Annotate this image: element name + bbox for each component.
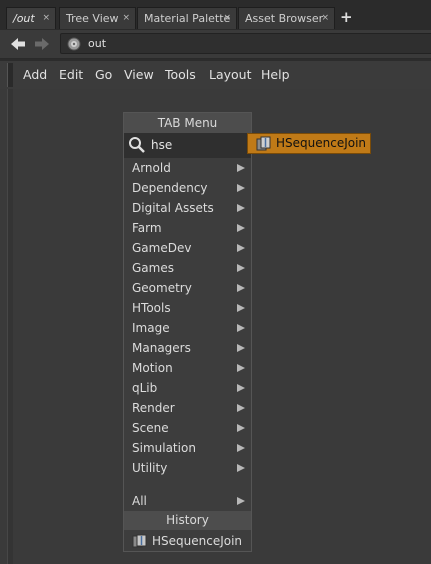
network-context-icon xyxy=(67,37,81,51)
tab-close-icon[interactable]: × xyxy=(122,8,130,29)
submenu-arrow-icon xyxy=(237,264,245,272)
tab-menu-item-digital-assets[interactable]: Digital Assets xyxy=(124,198,251,218)
tab-menu-item-scene[interactable]: Scene xyxy=(124,418,251,438)
tab-menu-item-image[interactable]: Image xyxy=(124,318,251,338)
menu-tools[interactable]: Tools xyxy=(165,61,196,89)
tab-menu-item-htools[interactable]: HTools xyxy=(124,298,251,318)
add-tab-icon[interactable]: + xyxy=(340,7,353,27)
tab-menu-item-utility[interactable]: Utility xyxy=(124,458,251,478)
tab-menu-item-managers[interactable]: Managers xyxy=(124,338,251,358)
history-item-label: HSequenceJoin xyxy=(152,534,243,548)
tab-menu-item-geometry[interactable]: Geometry xyxy=(124,278,251,298)
submenu-arrow-icon xyxy=(237,497,245,505)
search-value: hse xyxy=(151,138,173,152)
submenu-arrow-icon xyxy=(237,364,245,372)
tab-menu-item-label: Dependency xyxy=(132,181,208,195)
tab-menu-item-gamedev[interactable]: GameDev xyxy=(124,238,251,258)
back-arrow-icon[interactable] xyxy=(10,36,26,52)
submenu-arrow-icon xyxy=(237,464,245,472)
tab-menu-item-render[interactable]: Render xyxy=(124,398,251,418)
magnifier-icon xyxy=(129,137,145,153)
tab-menu-item-simulation[interactable]: Simulation xyxy=(124,438,251,458)
tab-menu-item-qlib[interactable]: qLib xyxy=(124,378,251,398)
tab-menu-item-label: Arnold xyxy=(132,161,171,175)
submenu-arrow-icon xyxy=(237,164,245,172)
tab-menu-item-label: GameDev xyxy=(132,241,192,255)
tab-menu-item-label: Geometry xyxy=(132,281,192,295)
path-bar: out xyxy=(0,30,431,59)
search-result-label: HSequenceJoin xyxy=(276,136,367,150)
tab-close-icon[interactable]: × xyxy=(42,8,50,29)
tab-menu-item-label: Motion xyxy=(132,361,173,375)
node-asset-icon xyxy=(256,136,271,151)
history-item-hsequencejoin[interactable]: HSequenceJoin xyxy=(124,531,251,551)
tab-menu-item-farm[interactable]: Farm xyxy=(124,218,251,238)
tab-out[interactable]: /out × xyxy=(6,7,56,29)
menu-view[interactable]: View xyxy=(124,61,154,89)
tab-menu: TAB Menu hse Arnold Dependency Digital A… xyxy=(123,112,252,552)
tab-menu-item-motion[interactable]: Motion xyxy=(124,358,251,378)
menu-edit[interactable]: Edit xyxy=(59,61,83,89)
submenu-arrow-icon xyxy=(237,444,245,452)
tab-menu-item-label: Digital Assets xyxy=(132,201,214,215)
tab-menu-item-label: Image xyxy=(132,321,170,335)
submenu-arrow-icon xyxy=(237,184,245,192)
tab-menu-item-label: Games xyxy=(132,261,174,275)
tab-tree-view[interactable]: Tree View × xyxy=(59,7,136,29)
menu-go[interactable]: Go xyxy=(95,61,112,89)
tab-menu-item-label: HTools xyxy=(132,301,171,315)
menu-add[interactable]: Add xyxy=(23,61,47,89)
tab-menu-search-input[interactable]: hse xyxy=(124,133,251,158)
pane-resize-handle[interactable] xyxy=(7,89,13,564)
tab-label: /out xyxy=(13,12,35,25)
tab-menu-item-games[interactable]: Games xyxy=(124,258,251,278)
menu-layout[interactable]: Layout xyxy=(209,61,252,89)
submenu-arrow-icon xyxy=(237,384,245,392)
submenu-arrow-icon xyxy=(237,224,245,232)
tab-menu-item-label: Scene xyxy=(132,421,169,435)
menu-bar: Add Edit Go View Tools Layout Help xyxy=(0,61,431,89)
network-path-field[interactable]: out xyxy=(60,33,431,54)
submenu-arrow-icon xyxy=(237,304,245,312)
path-value: out xyxy=(88,37,107,50)
search-result-hsequencejoin[interactable]: HSequenceJoin xyxy=(247,133,371,154)
toolbar-handle[interactable] xyxy=(7,63,13,87)
tab-menu-item-label: All xyxy=(132,494,147,508)
history-header: History xyxy=(124,511,251,530)
tab-label: Asset Browser xyxy=(245,12,324,25)
tab-label: Tree View xyxy=(66,12,119,25)
tab-close-icon[interactable]: × xyxy=(321,8,329,29)
submenu-arrow-icon xyxy=(237,324,245,332)
tab-menu-item-label: Utility xyxy=(132,461,168,475)
submenu-arrow-icon xyxy=(237,284,245,292)
tab-menu-item-label: Render xyxy=(132,401,175,415)
tab-menu-item-label: Managers xyxy=(132,341,191,355)
tab-menu-item-dependency[interactable]: Dependency xyxy=(124,178,251,198)
submenu-arrow-icon xyxy=(237,404,245,412)
node-asset-icon xyxy=(132,534,147,548)
tab-menu-item-arnold[interactable]: Arnold xyxy=(124,158,251,178)
tab-material-palette[interactable]: Material Palette × xyxy=(137,7,237,29)
tab-menu-title: TAB Menu xyxy=(124,113,251,133)
submenu-arrow-icon xyxy=(237,204,245,212)
tab-menu-item-all[interactable]: All xyxy=(124,491,251,511)
forward-arrow-icon[interactable] xyxy=(34,36,50,52)
tab-menu-item-label: qLib xyxy=(132,381,158,395)
tab-close-icon[interactable]: × xyxy=(223,8,231,29)
menu-help[interactable]: Help xyxy=(261,61,290,89)
submenu-arrow-icon xyxy=(237,244,245,252)
submenu-arrow-icon xyxy=(237,344,245,352)
tab-asset-browser[interactable]: Asset Browser × xyxy=(238,7,335,29)
tab-menu-item-label: Simulation xyxy=(132,441,196,455)
tab-label: Material Palette xyxy=(144,12,231,25)
submenu-arrow-icon xyxy=(237,424,245,432)
tab-menu-item-label: Farm xyxy=(132,221,162,235)
pane-tab-bar: /out × Tree View × Material Palette × As… xyxy=(0,0,431,30)
